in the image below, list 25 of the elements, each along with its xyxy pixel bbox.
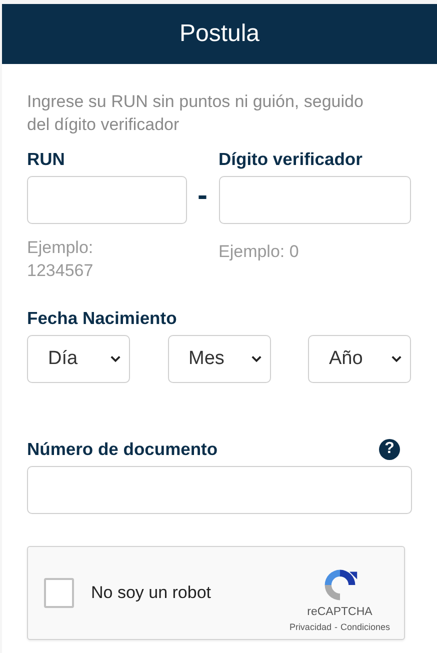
chevron-down-icon (391, 355, 402, 363)
dash-separator: - (196, 178, 209, 214)
dropdown[interactable]: Día (27, 335, 130, 383)
example-text: Ejemplo: 0 (218, 241, 300, 263)
field-label: RUN (27, 148, 66, 170)
footer-link[interactable]: Privacidad (289, 622, 332, 632)
field-label: Número de documento (27, 438, 218, 460)
link-separator: - (334, 622, 338, 632)
header-title: Postula (2, 4, 437, 64)
input-field[interactable] (27, 466, 412, 514)
input-field[interactable] (218, 176, 411, 224)
checkbox[interactable] (44, 578, 74, 608)
brand-text: reCAPTCHA (307, 606, 372, 618)
checkbox-label: No soy un robot (91, 583, 212, 603)
dropdown[interactable]: Mes (168, 335, 270, 383)
footer-link[interactable]: Condiciones (340, 622, 390, 632)
field-label: Fecha Nacimiento (27, 307, 178, 329)
input-field[interactable] (27, 176, 187, 224)
chevron-down-icon (110, 355, 121, 363)
example-text: Ejemplo: 1234567 (27, 237, 94, 282)
help-icon[interactable]: ? (379, 438, 400, 460)
field-label: Dígito verificador (218, 148, 364, 170)
chevron-down-icon (250, 355, 262, 363)
dropdown[interactable]: Año (308, 335, 411, 383)
hint-text: Ingrese su RUN sin puntos ni guión, seguido del dígito verificador (27, 91, 364, 136)
